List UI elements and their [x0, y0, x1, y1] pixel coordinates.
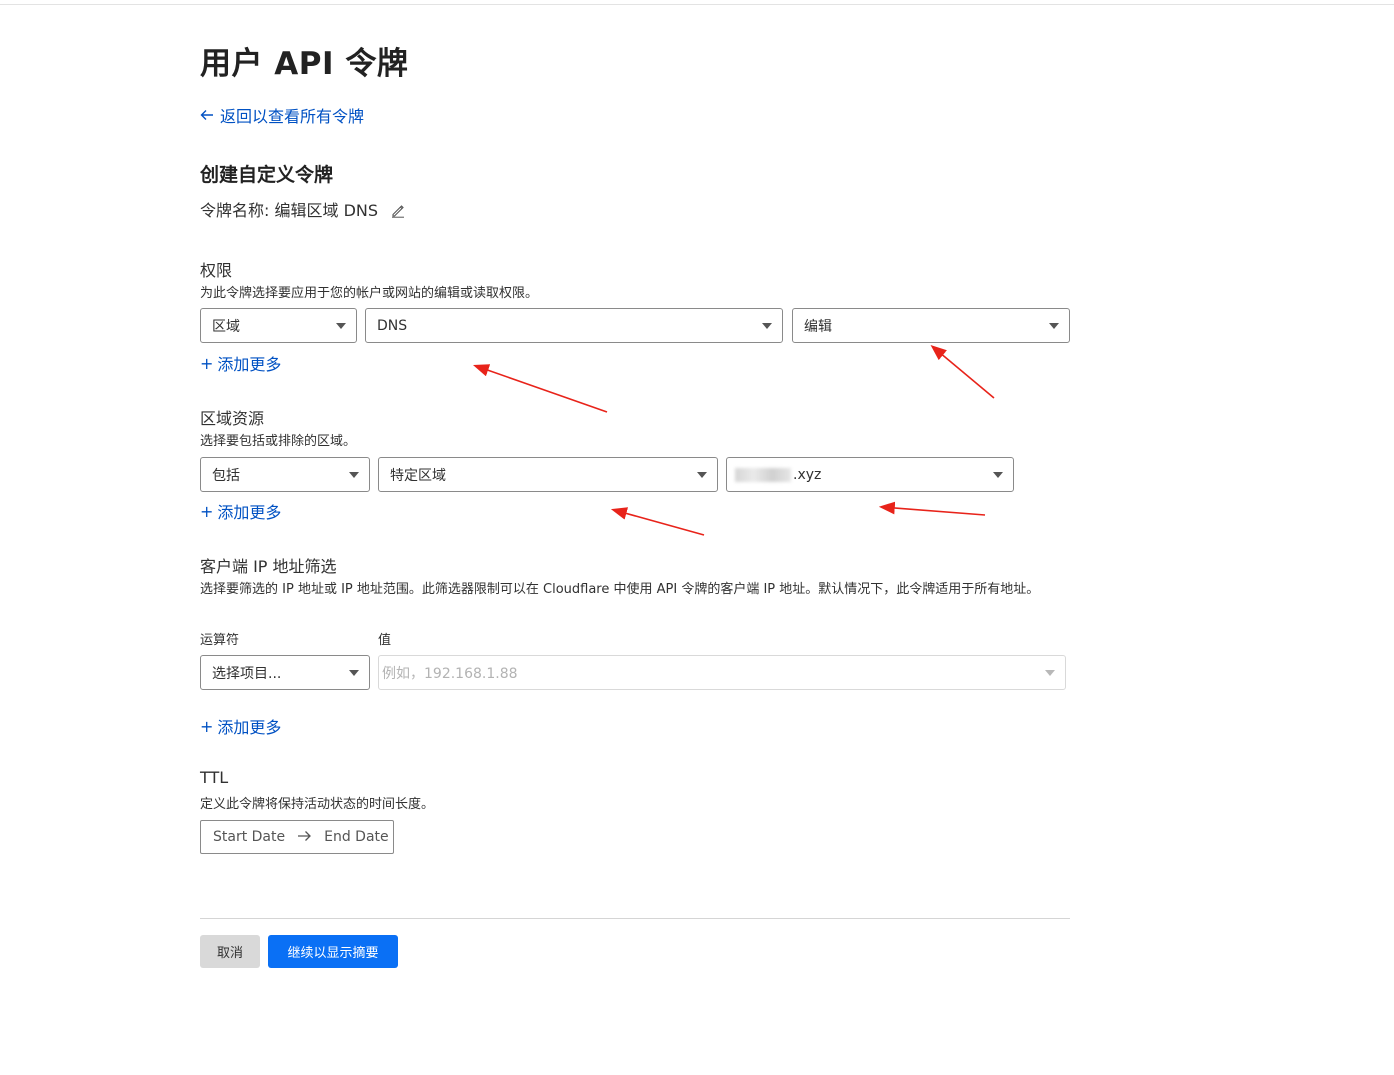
zone-domain-select[interactable]: .xyz	[726, 457, 1014, 492]
ttl-title: TTL	[200, 768, 229, 787]
token-name-value: 编辑区域 DNS	[274, 201, 379, 220]
footer-divider	[200, 918, 1070, 919]
permission-resource-select[interactable]: DNS	[365, 308, 783, 343]
permission-scope-value: 区域	[212, 318, 240, 335]
annotation-arrow	[472, 364, 608, 413]
token-name-label: 令牌名称:	[200, 201, 270, 220]
start-date-input[interactable]: Start Date	[213, 829, 285, 845]
top-border	[0, 4, 1394, 5]
client-ip-desc: 选择要筛选的 IP 地址或 IP 地址范围。此筛选器限制可以在 Cloudfla…	[200, 582, 1040, 597]
continue-button[interactable]: 继续以显示摘要	[268, 935, 398, 968]
client-ip-add-more[interactable]: + 添加更多	[200, 714, 281, 738]
add-more-label: 添加更多	[217, 718, 282, 737]
cancel-button[interactable]: 取消	[200, 935, 260, 968]
back-link-label: 返回以查看所有令牌	[220, 107, 365, 126]
ip-value-select: 例如，192.168.1.88	[378, 655, 1066, 690]
permissions-desc: 为此令牌选择要应用于您的帐户或网站的编辑或读取权限。	[200, 286, 539, 301]
annotation-arrow	[610, 507, 705, 536]
ttl-desc: 定义此令牌将保持活动状态的时间长度。	[200, 797, 435, 812]
ip-value-placeholder: 例如，192.168.1.88	[382, 665, 518, 682]
caret-down-icon	[349, 472, 359, 478]
operator-select[interactable]: 选择项目...	[200, 655, 370, 690]
caret-down-icon	[697, 472, 707, 478]
section-title: 创建自定义令牌	[200, 164, 334, 186]
zone-resources-desc: 选择要包括或排除的区域。	[200, 434, 357, 449]
plus-icon: +	[200, 716, 214, 736]
zone-type-value: 特定区域	[390, 467, 446, 484]
zone-include-value: 包括	[212, 467, 240, 484]
zone-add-more[interactable]: + 添加更多	[200, 499, 281, 523]
plus-icon: +	[200, 501, 214, 521]
pencil-icon[interactable]	[391, 203, 405, 222]
zone-include-select[interactable]: 包括	[200, 457, 370, 492]
caret-down-icon	[762, 323, 772, 329]
page-title: 用户 API 令牌	[200, 46, 409, 82]
permission-scope-select[interactable]: 区域	[200, 308, 357, 343]
arrow-right-icon	[297, 828, 312, 846]
value-label: 值	[378, 633, 392, 648]
zone-type-select[interactable]: 特定区域	[378, 457, 718, 492]
caret-down-icon	[993, 472, 1003, 478]
permission-level-value: 编辑	[804, 318, 832, 335]
back-link[interactable]: 返回以查看所有令牌	[200, 103, 364, 127]
add-more-label: 添加更多	[217, 355, 282, 374]
permission-level-select[interactable]: 编辑	[792, 308, 1070, 343]
ttl-date-range[interactable]: Start Date End Date	[200, 820, 394, 854]
client-ip-title: 客户端 IP 地址筛选	[200, 557, 337, 576]
annotation-arrow	[930, 344, 995, 399]
caret-down-icon	[1045, 670, 1055, 676]
token-name-row: 令牌名称: 编辑区域 DNS	[200, 197, 405, 222]
permission-resource-value: DNS	[377, 317, 408, 334]
annotation-arrow	[878, 501, 986, 516]
redacted-domain	[735, 467, 791, 482]
permissions-add-more[interactable]: + 添加更多	[200, 351, 281, 375]
plus-icon: +	[200, 353, 214, 373]
zone-resources-title: 区域资源	[200, 409, 265, 428]
zone-domain-suffix: .xyz	[793, 466, 822, 483]
operator-label: 运算符	[200, 633, 240, 648]
add-more-label: 添加更多	[217, 503, 282, 522]
permissions-title: 权限	[200, 261, 233, 280]
caret-down-icon	[349, 670, 359, 676]
caret-down-icon	[336, 323, 346, 329]
end-date-input[interactable]: End Date	[324, 829, 389, 845]
arrow-left-icon	[200, 106, 214, 125]
operator-placeholder: 选择项目...	[212, 665, 282, 682]
caret-down-icon	[1049, 323, 1059, 329]
